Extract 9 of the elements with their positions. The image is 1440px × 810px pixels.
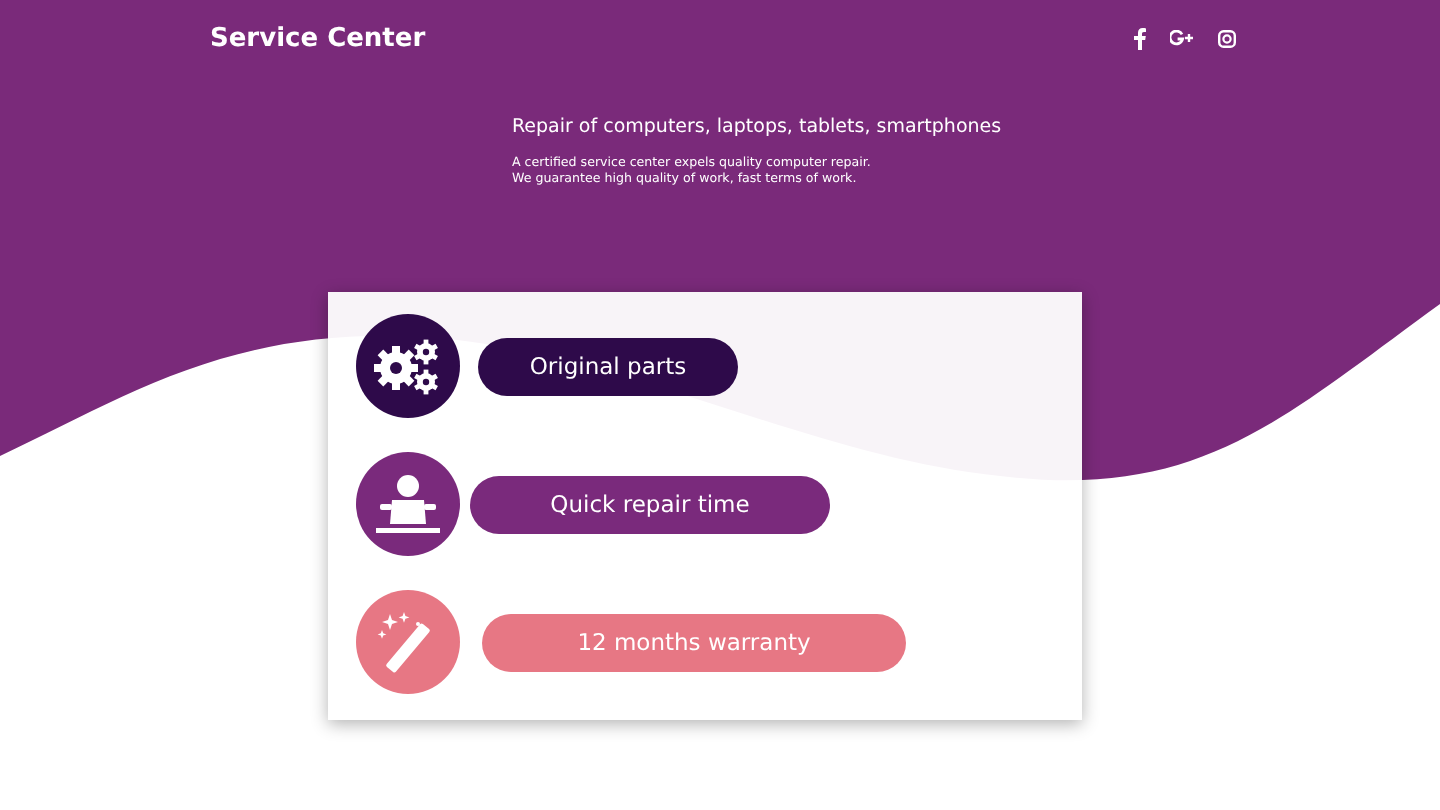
gears-icon	[372, 336, 444, 396]
google-plus-icon[interactable]	[1170, 30, 1194, 46]
feature-button[interactable]: Original parts	[478, 337, 738, 395]
facebook-icon[interactable]	[1134, 27, 1146, 49]
hero-heading: Repair of computers, laptops, tablets, smartphones	[512, 116, 1004, 138]
instagram-icon[interactable]	[1218, 29, 1236, 47]
person-at-desk-icon	[372, 472, 444, 536]
feature-button[interactable]: Quick repair time	[470, 475, 830, 533]
site-logo[interactable]: Service Center	[210, 23, 426, 53]
